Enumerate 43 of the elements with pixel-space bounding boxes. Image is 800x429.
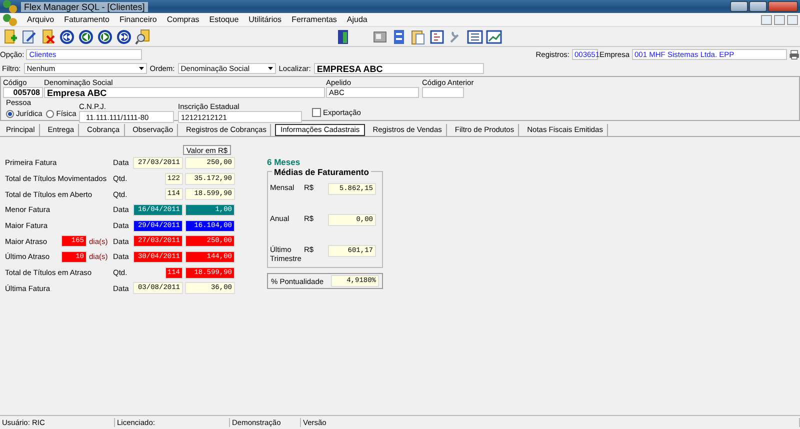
edit-icon[interactable]	[21, 28, 37, 44]
group-title: Médias de Faturamento	[272, 167, 371, 177]
minimize-button[interactable]	[730, 1, 748, 12]
restore-button[interactable]	[774, 14, 785, 24]
next-icon[interactable]	[97, 28, 113, 44]
close-button[interactable]	[768, 1, 798, 12]
menu-item[interactable]: Compras	[166, 15, 200, 24]
checkbox[interactable]	[312, 108, 321, 117]
company-name-field[interactable]: Empresa ABC	[44, 87, 325, 98]
app-icon[interactable]	[2, 0, 18, 14]
previous-code-field[interactable]	[422, 87, 464, 98]
door-icon[interactable]	[335, 28, 351, 44]
menu-item[interactable]: Ferramentas	[290, 15, 338, 24]
last-icon[interactable]	[116, 28, 132, 44]
maximize-button[interactable]	[749, 1, 767, 12]
window-title: Flex Manager SQL - [Clientes]	[21, 2, 148, 12]
menu-item[interactable]: Faturamento	[63, 15, 110, 24]
document-icon[interactable]	[391, 28, 407, 44]
radio-button[interactable]	[46, 110, 54, 118]
window-icon[interactable]	[372, 28, 388, 44]
chart-icon[interactable]	[486, 28, 502, 44]
search-field[interactable]: EMPRESA ABC	[314, 63, 484, 74]
new-file-icon[interactable]	[2, 28, 18, 44]
menu-item[interactable]: Arquivo	[26, 15, 56, 24]
menu-item[interactable]: Financeiro	[118, 15, 158, 24]
period-label: 6 Meses	[267, 157, 302, 167]
clipboard-icon[interactable]	[410, 28, 426, 44]
close-button[interactable]	[787, 14, 798, 24]
code-field[interactable]: 005708	[3, 87, 43, 98]
form-icon[interactable]	[429, 28, 445, 44]
menu-item[interactable]: Utilitários	[248, 15, 283, 24]
first-icon[interactable]	[59, 28, 75, 44]
radio-button[interactable]	[6, 110, 14, 118]
list-icon[interactable]	[467, 28, 483, 44]
menu-item[interactable]: Ajuda	[346, 15, 368, 24]
app-icon[interactable]	[2, 12, 18, 28]
menu-item[interactable]: Estoque	[208, 15, 240, 24]
printer-icon[interactable]	[789, 48, 800, 60]
dropdown-arrow-icon	[138, 67, 144, 70]
delete-icon[interactable]	[40, 28, 56, 44]
search-icon[interactable]	[135, 28, 151, 44]
dropdown-arrow-icon	[268, 67, 273, 70]
previous-icon[interactable]	[78, 28, 94, 44]
